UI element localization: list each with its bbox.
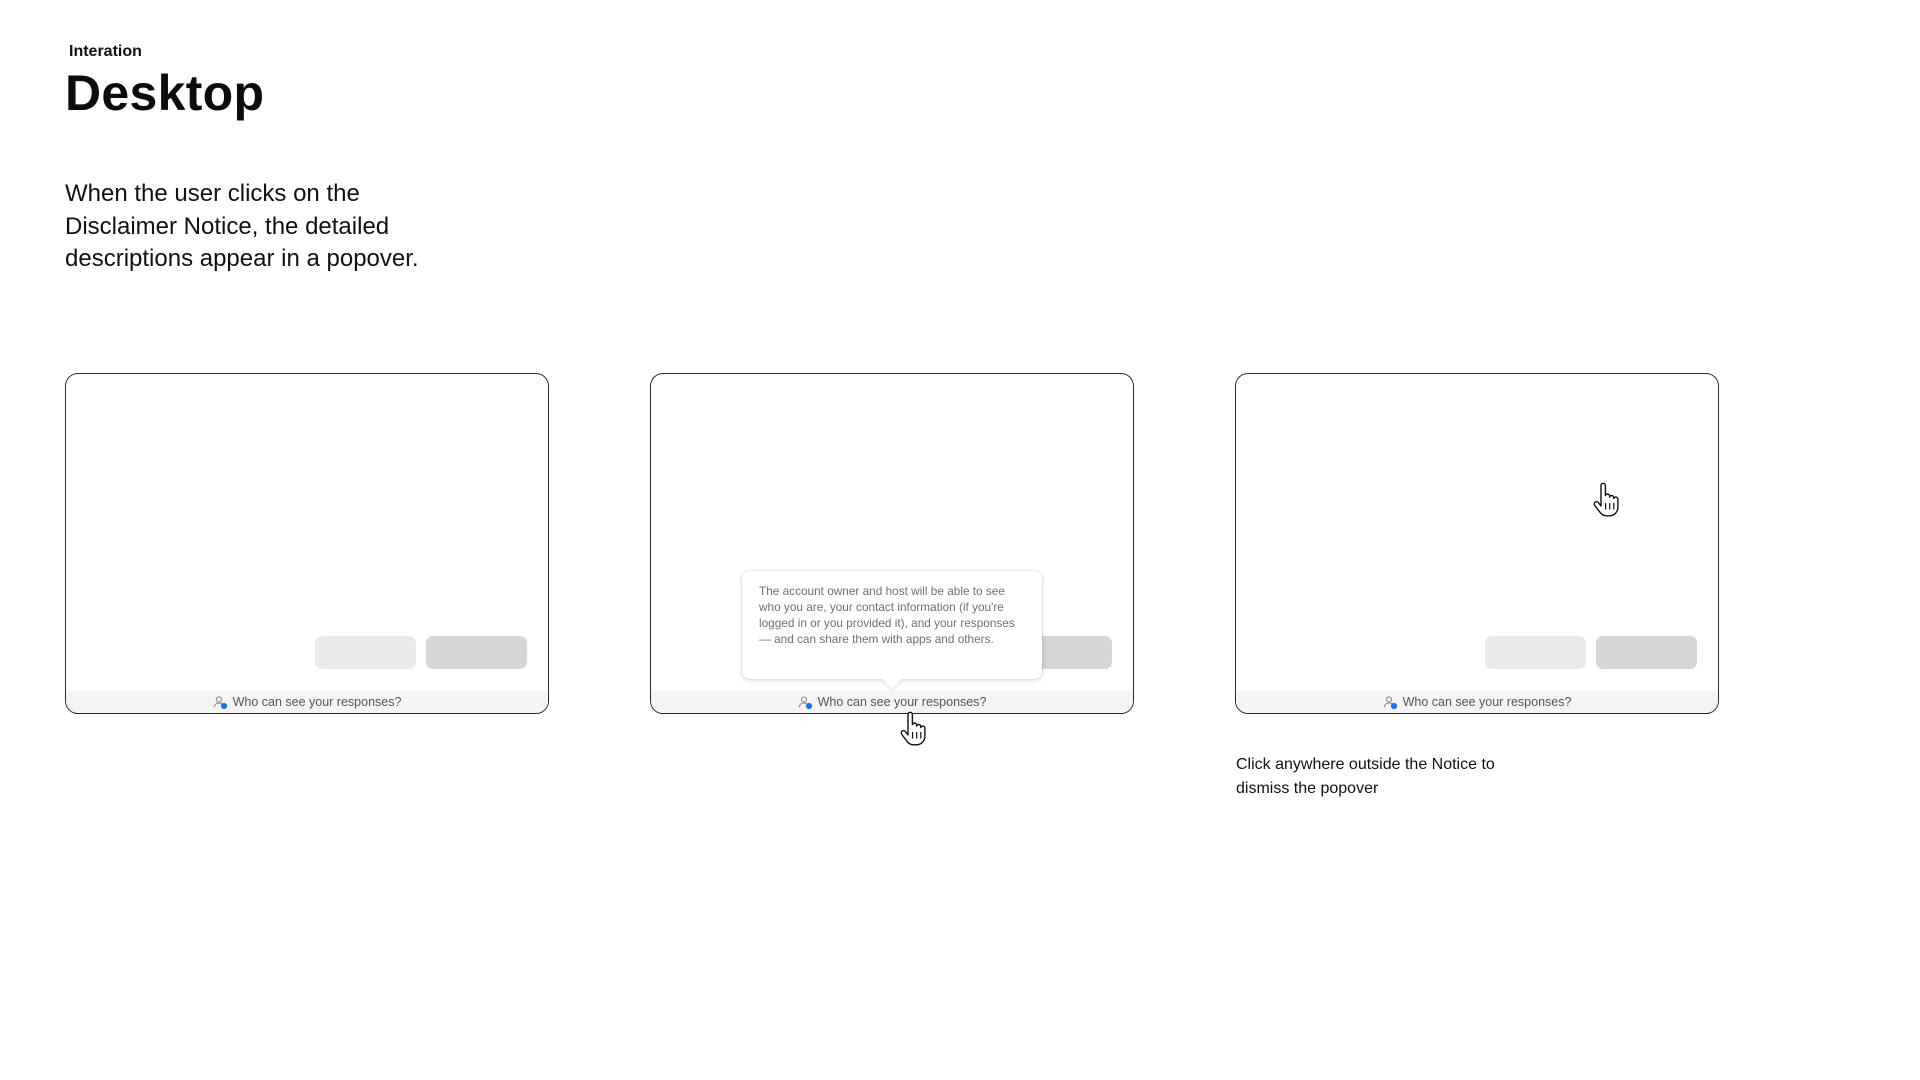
person-icon xyxy=(798,695,813,710)
popover-text: The account owner and host will be able … xyxy=(759,584,1015,646)
disclaimer-notice[interactable]: Who can see your responses? xyxy=(1236,691,1718,713)
hand-pointer-icon xyxy=(898,711,930,747)
secondary-button[interactable] xyxy=(1485,636,1586,669)
hand-pointer-icon xyxy=(1591,482,1623,518)
dismiss-hint: Click anywhere outside the Notice to dis… xyxy=(1236,756,1495,797)
secondary-button[interactable] xyxy=(315,636,416,669)
disclaimer-popover: The account owner and host will be able … xyxy=(742,571,1042,689)
desktop-frame-dismiss: Who can see your responses? xyxy=(1235,373,1719,714)
page: Interation Desktop When the user clicks … xyxy=(0,0,1920,1080)
person-icon xyxy=(1383,695,1398,710)
disclaimer-notice[interactable]: Who can see your responses? xyxy=(66,691,548,713)
description-text: When the user clicks on the Disclaimer N… xyxy=(65,180,419,272)
desktop-frame-default: Who can see your responses? xyxy=(65,373,549,714)
notice-label: Who can see your responses? xyxy=(232,695,402,709)
notice-label: Who can see your responses? xyxy=(817,695,987,709)
notice-label: Who can see your responses? xyxy=(1402,695,1572,709)
section-eyebrow: Interation xyxy=(69,43,142,60)
primary-button[interactable] xyxy=(1596,636,1697,669)
person-icon xyxy=(213,695,228,710)
primary-button[interactable] xyxy=(426,636,527,669)
page-title: Desktop xyxy=(65,65,265,121)
disclaimer-notice[interactable]: Who can see your responses? xyxy=(651,691,1133,713)
